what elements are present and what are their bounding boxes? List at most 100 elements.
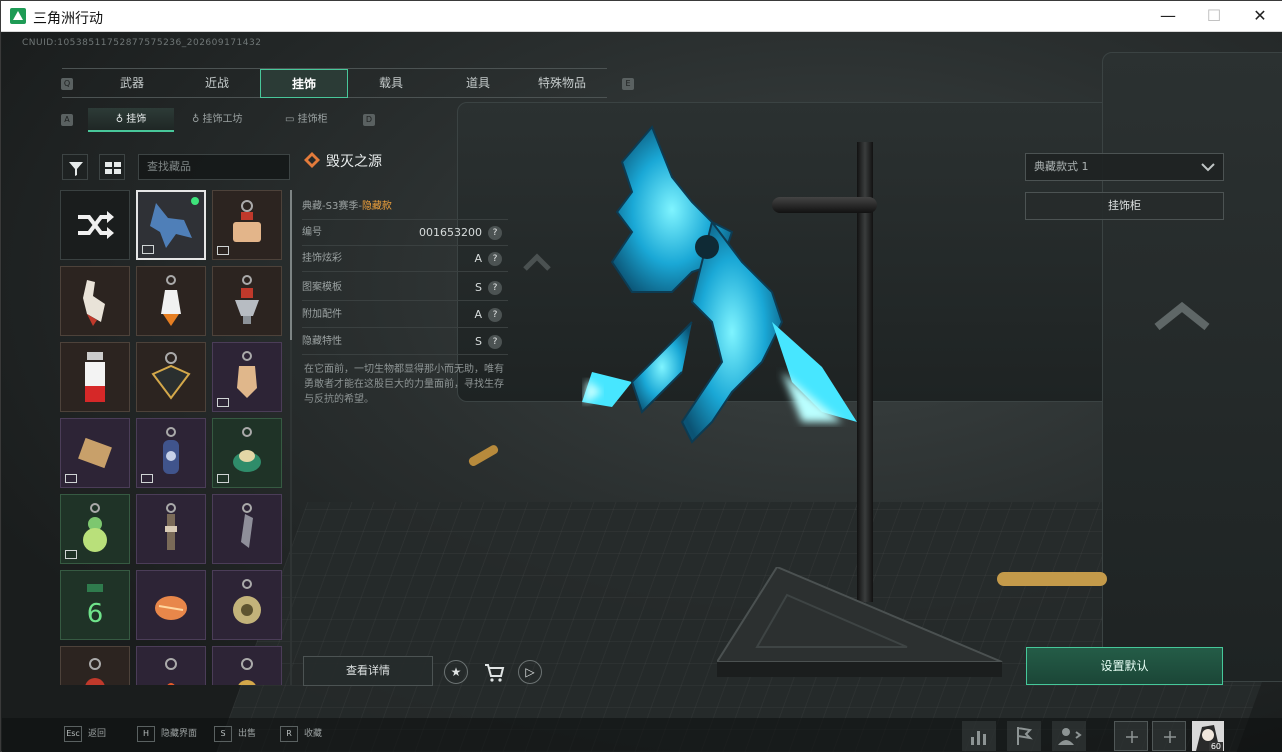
charm-slot[interactable] [212, 342, 282, 412]
charm-slot[interactable] [136, 418, 206, 488]
plus-icon [1126, 731, 1138, 743]
help-icon[interactable]: ? [488, 252, 502, 266]
snail-charm-icon [233, 427, 261, 472]
hand-charm-icon [237, 351, 257, 398]
search-input[interactable]: 查找藏品 [138, 154, 290, 180]
hotkey-sell[interactable]: S 出售 [214, 726, 256, 742]
charm-slot[interactable] [60, 646, 130, 685]
tab-next-key[interactable]: E [622, 78, 634, 90]
player-avatar[interactable]: 60 [1192, 721, 1224, 751]
card-charm-icon [78, 437, 112, 469]
subtab-prev-key[interactable]: A [61, 114, 73, 126]
charm-cabinet-button[interactable]: 挂饰柜 [1025, 192, 1224, 220]
scrollbar-thumb[interactable] [290, 190, 292, 340]
tab-vehicles[interactable]: 载具 [350, 69, 432, 98]
charm-slot[interactable] [60, 342, 130, 412]
add-slot-button[interactable] [1114, 721, 1148, 751]
charm-slot[interactable] [212, 494, 282, 564]
grid-view-button[interactable] [99, 154, 125, 180]
season-label: 典藏-S3赛季-隐藏款 [302, 194, 508, 220]
diamond-rarity-icon [304, 152, 320, 168]
hotkey-back[interactable]: Esc 返回 [64, 726, 106, 742]
canister-charm-icon [85, 352, 105, 402]
charm-slot[interactable] [136, 570, 206, 640]
charm-slot[interactable] [212, 266, 282, 336]
fish-charm-icon [155, 596, 187, 620]
favorite-star-icon[interactable]: ★ [444, 660, 468, 684]
charm-slot[interactable] [212, 646, 282, 685]
chevron-up-decor-icon-left [523, 253, 551, 271]
charm-slot[interactable] [136, 266, 206, 336]
style-select[interactable]: 典藏款式 1 [1025, 153, 1224, 181]
image-badge-icon [217, 474, 229, 483]
charm-slot-blue-dragon[interactable] [136, 190, 206, 260]
rocket-charm-icon [161, 275, 181, 326]
subtab-next-key[interactable]: D [363, 114, 375, 126]
help-icon[interactable]: ? [488, 335, 502, 349]
charm-slot[interactable] [212, 570, 282, 640]
close-button[interactable]: ✕ [1237, 1, 1282, 32]
add-slot-button-2[interactable] [1152, 721, 1186, 751]
play-preview-icon[interactable]: ▷ [518, 660, 542, 684]
image-badge-icon [217, 246, 229, 255]
image-badge-icon [217, 398, 229, 407]
view-details-button[interactable]: 查看详情 [303, 656, 433, 686]
subtab-charm-workshop[interactable]: ♁ 挂饰工坊 [192, 108, 282, 132]
equipped-indicator [191, 197, 199, 205]
charm-grid: 6 [60, 190, 288, 685]
charm-slot[interactable]: 6 [60, 570, 130, 640]
gourd-charm-icon [83, 503, 107, 552]
friends-button[interactable] [1052, 721, 1086, 751]
dagger-charm-icon [165, 503, 177, 550]
window-title: 三角洲行动 [33, 11, 103, 27]
plus-icon [1164, 731, 1176, 743]
flag-button[interactable] [1007, 721, 1041, 751]
subtab-charm-cabinet[interactable]: ▭ 挂饰柜 [285, 108, 345, 132]
cabinet-icon: ▭ [285, 114, 298, 125]
rooster-charm-icon [83, 280, 105, 326]
stats-button[interactable] [962, 721, 996, 751]
subtab-charms[interactable]: ♁ 挂饰 [88, 108, 174, 132]
tab-weapons[interactable]: 武器 [92, 69, 172, 98]
tab-melee[interactable]: 近战 [177, 69, 257, 98]
image-badge-icon [142, 245, 154, 254]
info-row-serial: 编号 001653200? [302, 220, 508, 246]
info-row-color: 挂饰炫彩 A? [302, 246, 508, 272]
blue-dragon-charm-model [582, 125, 857, 444]
orb-charm-icon [238, 658, 256, 685]
bar-chart-icon [971, 731, 986, 745]
shop-cart-icon[interactable] [482, 660, 506, 684]
charm-slot[interactable] [136, 494, 206, 564]
emblem-charm-icon [151, 352, 191, 400]
charm-slot[interactable] [60, 418, 130, 488]
hotkey-hide-ui[interactable]: H 隐藏界面 [137, 726, 197, 742]
tab-charms[interactable]: 挂饰 [260, 69, 348, 98]
charm-grid-scrollbar[interactable] [290, 190, 292, 685]
set-default-button[interactable]: 设置默认 [1026, 647, 1223, 685]
maximize-button[interactable]: ☐ [1191, 1, 1237, 32]
charm-slot[interactable] [212, 418, 282, 488]
tab-special-items[interactable]: 特殊物品 [522, 69, 602, 98]
filter-button[interactable] [62, 154, 88, 180]
game-viewport: CNUID:10538511752877575236_202609171432 … [2, 32, 1282, 752]
friends-icon [1058, 728, 1082, 745]
workshop-icon: ♁ [192, 114, 203, 125]
help-icon[interactable]: ? [488, 308, 502, 322]
help-icon[interactable]: ? [488, 281, 502, 295]
tab-items[interactable]: 道具 [437, 69, 519, 98]
charm-slot[interactable] [136, 342, 206, 412]
chevron-down-icon [1201, 163, 1215, 172]
minimize-button[interactable]: — [1145, 1, 1191, 32]
help-icon[interactable]: ? [488, 226, 502, 240]
category-tabs: 武器 近战 挂饰 载具 道具 特殊物品 [62, 68, 607, 98]
charm-slot[interactable] [136, 646, 206, 685]
capsule-charm-icon [163, 427, 179, 474]
game-window: 三角洲行动 — ☐ ✕ CNUID:10538511752877575236_2… [0, 0, 1282, 752]
hotkey-favorite[interactable]: R 收藏 [280, 726, 322, 742]
charm-slot[interactable] [60, 266, 130, 336]
charm-slot[interactable] [60, 494, 130, 564]
flag-icon [1017, 727, 1033, 745]
charm-slot[interactable] [212, 190, 282, 260]
red-charm-icon [85, 658, 105, 685]
random-charm-button[interactable] [60, 190, 130, 260]
